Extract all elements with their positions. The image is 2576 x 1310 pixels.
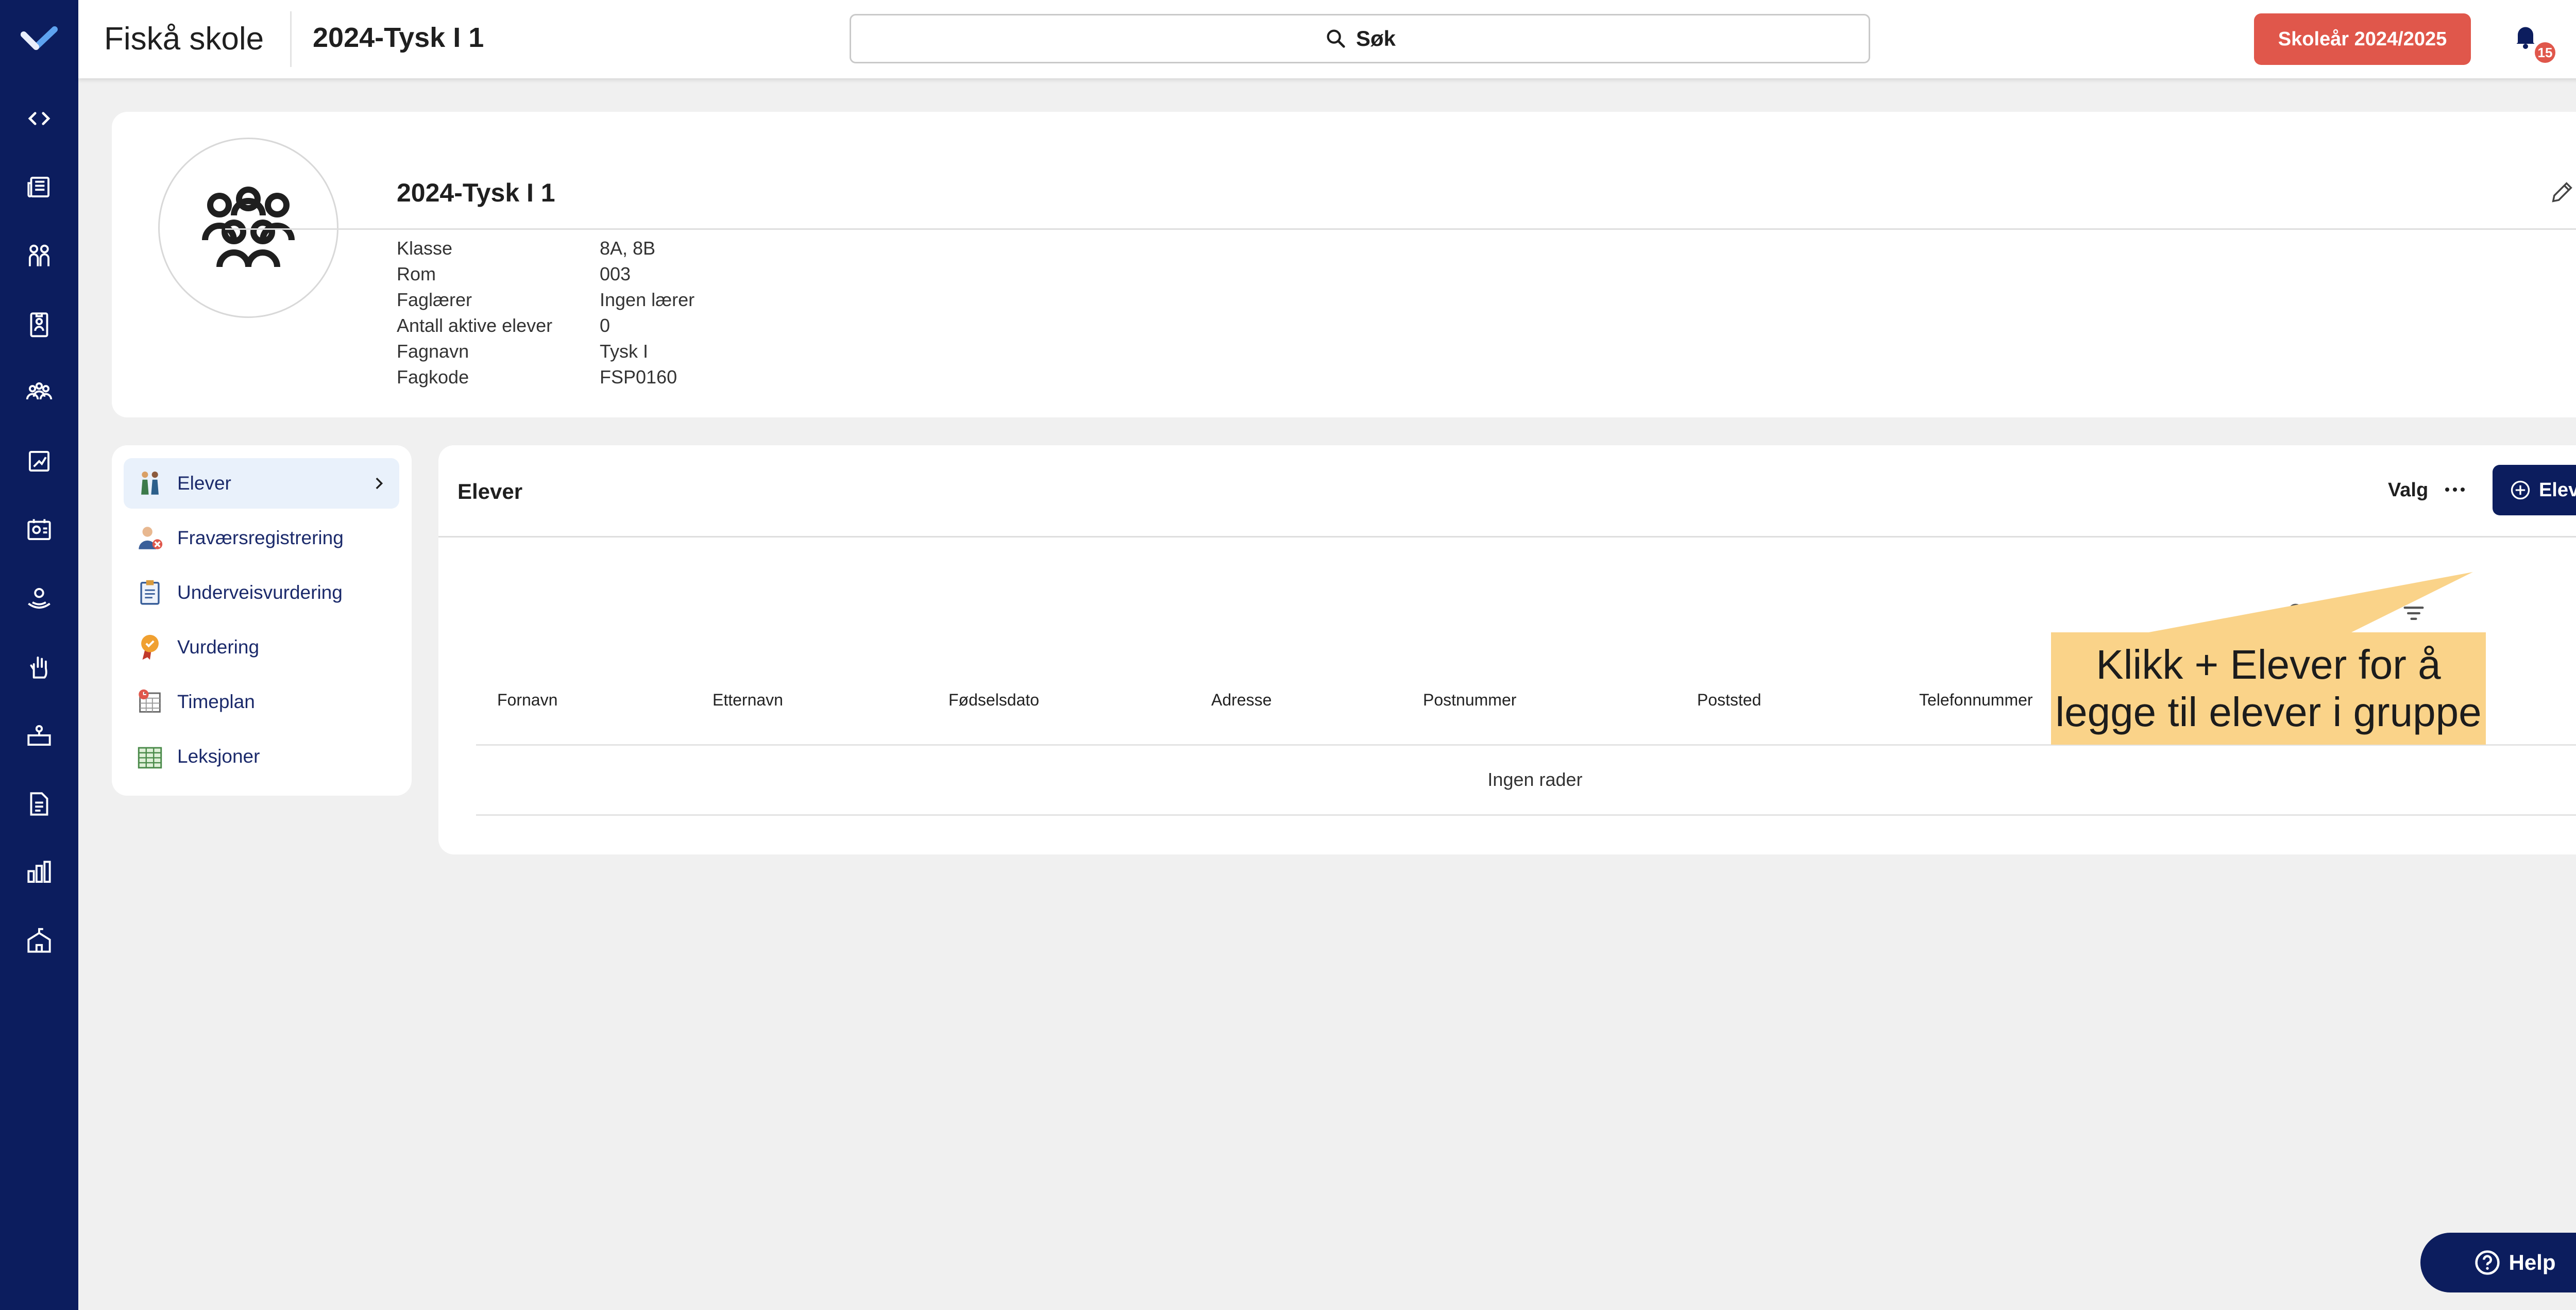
top-bar: Fiskå skole 2024-Tysk I 1 Søk Skoleår 20… <box>78 0 2576 78</box>
detail-value: 8A, 8B <box>600 238 656 259</box>
detail-value: FSP0160 <box>600 366 677 388</box>
column-header[interactable]: Fornavn <box>497 691 557 710</box>
school-building-icon[interactable] <box>21 922 58 960</box>
page-title: 2024-Tysk I 1 <box>313 22 484 53</box>
menu-item-label: Leksjoner <box>177 746 260 767</box>
desk-icon[interactable] <box>21 717 58 754</box>
add-students-label: Elever <box>2538 479 2576 501</box>
school-year-button[interactable]: Skoleår 2024/2025 <box>2254 13 2471 65</box>
column-header[interactable]: Etternavn <box>713 691 783 710</box>
detail-label: Klasse <box>397 238 453 259</box>
column-header[interactable]: Adresse <box>1211 691 1272 710</box>
person-hands-icon[interactable] <box>21 580 58 617</box>
help-question-icon <box>2475 1250 2500 1275</box>
menu-item-label: Elever <box>177 473 231 494</box>
search-label: Søk <box>1355 26 1396 51</box>
hand-icon[interactable] <box>21 648 58 685</box>
callout-line: Klikk + Elever for å <box>2096 642 2441 687</box>
instruction-callout: Klikk + Elever for å legge til elever i … <box>2051 632 2486 745</box>
menu-item-label: Underveisvurdering <box>177 582 343 603</box>
column-header[interactable]: Fødselsdato <box>948 691 1039 710</box>
detail-label: Fagkode <box>397 366 469 388</box>
medal-icon <box>141 634 159 660</box>
callout-line: legge til elever i gruppe <box>2055 689 2482 735</box>
info-divider <box>225 228 2576 230</box>
menu-item-label: Vurdering <box>177 636 260 658</box>
column-header[interactable]: Postnummer <box>1423 691 1516 710</box>
expand-collapse-icon[interactable] <box>21 100 58 137</box>
panel-divider <box>438 536 2576 538</box>
menu-item-fravaersregistrering[interactable]: Fraværsregistrering <box>124 513 399 563</box>
empty-table-message: Ingen rader <box>1487 769 1583 790</box>
search-bar[interactable]: Søk <box>850 14 1870 63</box>
menu-item-underveisvurdering[interactable]: Underveisvurdering <box>124 567 399 618</box>
sidebar <box>0 0 78 1310</box>
id-badge-icon[interactable] <box>21 306 58 343</box>
group-icon[interactable] <box>21 374 58 411</box>
detail-label: Antall aktive elever <box>397 315 553 336</box>
filter-icon[interactable] <box>2400 600 2427 627</box>
people-icon[interactable] <box>21 237 58 274</box>
detail-label: Fagnavn <box>397 341 469 362</box>
help-button[interactable]: Help <box>2420 1233 2576 1292</box>
puzzle-icon[interactable] <box>21 443 58 480</box>
column-header[interactable]: Poststed <box>1697 691 1761 710</box>
columns-icon[interactable] <box>2343 600 2370 627</box>
clipboard-icon <box>140 580 160 605</box>
document-icon[interactable] <box>21 785 58 822</box>
detail-value: 003 <box>600 263 631 284</box>
menu-item-vurdering[interactable]: Vurdering <box>124 622 399 673</box>
chevron-right-icon <box>376 477 383 490</box>
group-avatar <box>158 138 338 318</box>
group-info-card: 2024-Tysk I 1 Klasse 8A, 8B Rom 003 Fagl… <box>112 112 2576 417</box>
table-search-icon[interactable] <box>2284 600 2311 627</box>
students-icon <box>141 472 159 495</box>
options-button[interactable]: Valg <box>2388 479 2428 501</box>
table-bottom-divider <box>476 814 2576 816</box>
column-header[interactable]: Telefonnummer <box>1919 691 2033 710</box>
more-dots-icon[interactable] <box>2439 474 2470 505</box>
detail-value: Tysk I <box>600 341 649 362</box>
menu-item-elever[interactable]: Elever <box>124 458 399 509</box>
header-divider <box>290 11 292 67</box>
menu-item-timeplan[interactable]: Timeplan <box>124 677 399 727</box>
school-name[interactable]: Fiskå skole <box>104 21 264 57</box>
panel-title: Elever <box>457 479 523 503</box>
group-menu: Elever Fraværsregistrering Underveisvurd… <box>112 445 412 796</box>
edit-pencil-icon[interactable] <box>2549 179 2575 206</box>
checkmark-logo-icon[interactable] <box>21 23 58 54</box>
menu-item-leksjoner[interactable]: Leksjoner <box>124 731 399 782</box>
schedule-icon[interactable] <box>21 511 58 548</box>
newspaper-icon[interactable] <box>21 169 58 206</box>
detail-value: Ingen lærer <box>600 289 695 310</box>
absence-icon <box>139 527 163 549</box>
add-students-button[interactable]: Elever <box>2493 465 2576 515</box>
help-label: Help <box>2509 1250 2556 1274</box>
detail-label: Faglærer <box>397 289 472 310</box>
search-icon <box>1327 29 1345 48</box>
notification-count-badge: 15 <box>2535 42 2555 63</box>
menu-item-label: Fraværsregistrering <box>177 527 344 548</box>
detail-value: 0 <box>600 315 611 336</box>
menu-item-label: Timeplan <box>177 691 255 712</box>
group-title: 2024-Tysk I 1 <box>397 178 555 207</box>
plus-circle-icon <box>2511 480 2530 500</box>
detail-label: Rom <box>397 263 436 284</box>
lessons-grid-icon <box>138 747 162 769</box>
group-people-icon <box>202 187 295 267</box>
bar-chart-icon[interactable] <box>21 854 58 891</box>
timetable-icon <box>139 689 161 713</box>
